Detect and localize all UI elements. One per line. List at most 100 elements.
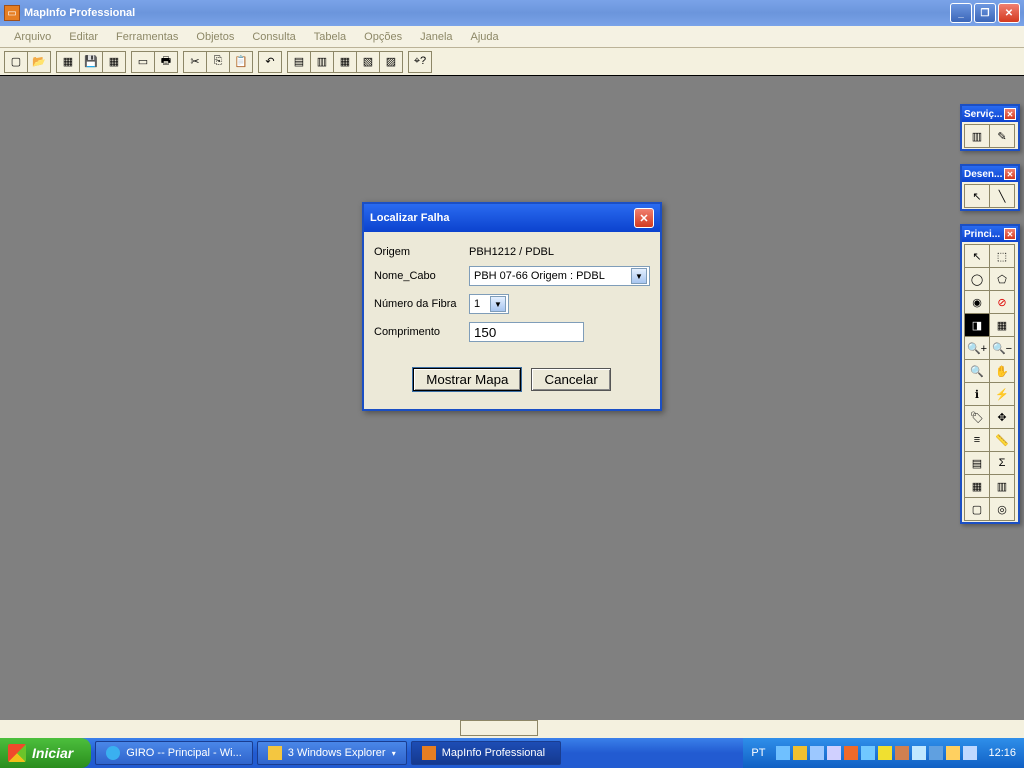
start-button[interactable]: Iniciar [0, 738, 91, 768]
palette-princi: Princi...✕↖⬚◯⬠◉⊘◨▦🔍+🔍−🔍✋ℹ⚡🏷✥≡📏▤Σ▦▥▢◎ [960, 224, 1020, 524]
drag-window-icon[interactable]: ✥ [989, 405, 1015, 429]
workspace-save-icon[interactable]: ▦ [102, 51, 126, 73]
palette-desen-titlebar[interactable]: Desen...✕ [962, 166, 1018, 182]
district-icon[interactable]: ▦ [964, 474, 990, 498]
palette-princi-titlebar[interactable]: Princi...✕ [962, 226, 1018, 242]
palette-desen-close-button[interactable]: ✕ [1004, 168, 1016, 180]
menu-objetos[interactable]: Objetos [188, 29, 242, 45]
new-browser-icon[interactable]: ▤ [287, 51, 311, 73]
hotlink-icon[interactable]: ⚡ [989, 382, 1015, 406]
menu-consulta[interactable]: Consulta [244, 29, 303, 45]
new-graph-icon[interactable]: ▦ [333, 51, 357, 73]
label-icon[interactable]: 🏷 [964, 405, 990, 429]
tray-av-icon[interactable] [844, 746, 858, 760]
menubar: ArquivoEditarFerramentasObjetosConsultaT… [0, 26, 1024, 48]
cut-icon[interactable]: ✂ [183, 51, 207, 73]
undo-icon[interactable]: ↶ [258, 51, 282, 73]
task-giro[interactable]: GIRO -- Principal - Wi... [95, 741, 253, 765]
palette-servic-titlebar[interactable]: Serviç...✕ [962, 106, 1018, 122]
graph-select-icon[interactable]: ▦ [989, 313, 1015, 337]
palette-princi-close-button[interactable]: ✕ [1004, 228, 1016, 240]
new-map-icon[interactable]: ▥ [310, 51, 334, 73]
task-explorer-icon [268, 746, 282, 760]
tray-clock-ico-icon[interactable] [963, 746, 977, 760]
palette-servic-close-button[interactable]: ✕ [1004, 108, 1016, 120]
task-mapinfo[interactable]: MapInfo Professional [411, 741, 561, 765]
set-target-icon[interactable]: ◎ [989, 497, 1015, 521]
select-icon[interactable]: ↖ [964, 244, 990, 268]
tray-app2-icon[interactable] [895, 746, 909, 760]
menu-janela[interactable]: Janela [412, 29, 460, 45]
unselect-icon[interactable]: ⊘ [989, 290, 1015, 314]
dialog-close-button[interactable]: ✕ [634, 208, 654, 228]
combo-nome-cabo[interactable]: PBH 07-66 Origem : PDBL ▼ [469, 266, 650, 286]
chevron-down-icon: ▾ [392, 749, 396, 758]
menu-ferramentas[interactable]: Ferramentas [108, 29, 186, 45]
menu-arquivo[interactable]: Arquivo [6, 29, 59, 45]
statistics-icon[interactable]: Σ [989, 451, 1015, 475]
redistrict-icon[interactable]: ▨ [379, 51, 403, 73]
polygon-select-icon[interactable]: ⬠ [989, 267, 1015, 291]
info-icon[interactable]: ℹ [964, 382, 990, 406]
radius-select-icon[interactable]: ◯ [964, 267, 990, 291]
label-nome-cabo: Nome_Cabo [374, 270, 469, 282]
assign-icon[interactable]: ▥ [989, 474, 1015, 498]
tray-pen-icon[interactable] [929, 746, 943, 760]
language-indicator[interactable]: PT [751, 747, 765, 759]
tray-net-icon[interactable] [861, 746, 875, 760]
ruler-icon[interactable]: 📏 [989, 428, 1015, 452]
workspace-open-icon[interactable]: ▦ [56, 51, 80, 73]
grabber-icon[interactable]: ✋ [989, 359, 1015, 383]
start-label: Iniciar [32, 745, 73, 761]
save-icon[interactable]: 💾 [79, 51, 103, 73]
tray-monitor-icon[interactable] [810, 746, 824, 760]
minimize-button[interactable]: _ [950, 3, 972, 23]
new-icon[interactable]: ▢ [4, 51, 28, 73]
tray-arrow-icon[interactable] [776, 746, 790, 760]
menu-opções[interactable]: Opções [356, 29, 410, 45]
palette-princi-body: ↖⬚◯⬠◉⊘◨▦🔍+🔍−🔍✋ℹ⚡🏷✥≡📏▤Σ▦▥▢◎ [962, 242, 1018, 522]
servic-tool-2[interactable]: ✎ [989, 124, 1015, 148]
tray-shield-icon[interactable] [793, 746, 807, 760]
line-tool-icon[interactable]: ╲ [989, 184, 1015, 208]
maximize-button[interactable]: ❐ [974, 3, 996, 23]
cancelar-button[interactable]: Cancelar [531, 368, 610, 391]
menu-ajuda[interactable]: Ajuda [463, 29, 507, 45]
layer-control-icon[interactable]: ≡ [964, 428, 990, 452]
tray-drive-icon[interactable] [827, 746, 841, 760]
dialog-titlebar[interactable]: Localizar Falha ✕ [364, 204, 660, 232]
tray-app1-icon[interactable] [878, 746, 892, 760]
new-layout-icon[interactable]: ▧ [356, 51, 380, 73]
palette-servic-body: ▥✎ [962, 122, 1018, 149]
servic-tool-1[interactable]: ▥ [964, 124, 990, 148]
copy-icon[interactable]: ⎘ [206, 51, 230, 73]
input-comprimento[interactable] [469, 322, 584, 342]
paste-icon[interactable]: 📋 [229, 51, 253, 73]
zoom-in-icon[interactable]: 🔍+ [964, 336, 990, 360]
legend-icon[interactable]: ▤ [964, 451, 990, 475]
menu-tabela[interactable]: Tabela [306, 29, 354, 45]
tray-vol-icon[interactable] [946, 746, 960, 760]
clip-region-icon[interactable]: ▢ [964, 497, 990, 521]
mostrar-mapa-button[interactable]: Mostrar Mapa [413, 368, 521, 391]
zoom-out-icon[interactable]: 🔍− [989, 336, 1015, 360]
help-icon[interactable]: ⌖? [408, 51, 432, 73]
combo-numero-fibra[interactable]: 1 ▼ [469, 294, 509, 314]
menu-editar[interactable]: Editar [61, 29, 106, 45]
clock[interactable]: 12:16 [988, 747, 1016, 759]
print-icon[interactable]: 🖶 [154, 51, 178, 73]
change-view-icon[interactable]: 🔍 [964, 359, 990, 383]
palette-servic-title: Serviç... [964, 109, 1002, 120]
arrow-tool-icon[interactable]: ↖ [964, 184, 990, 208]
combo-nome-cabo-value: PBH 07-66 Origem : PDBL [474, 270, 605, 282]
task-explorer[interactable]: 3 Windows Explorer▾ [257, 741, 407, 765]
print-window-icon[interactable]: ▭ [131, 51, 155, 73]
close-button[interactable]: ✕ [998, 3, 1020, 23]
tray-chat-icon[interactable] [912, 746, 926, 760]
boundary-select-icon[interactable]: ◉ [964, 290, 990, 314]
marquee-select-icon[interactable]: ⬚ [989, 244, 1015, 268]
open-icon[interactable]: 📂 [27, 51, 51, 73]
invert-select-icon[interactable]: ◨ [964, 313, 990, 337]
dialog-localizar-falha: Localizar Falha ✕ Origem PBH1212 / PDBL … [362, 202, 662, 411]
task-giro-label: GIRO -- Principal - Wi... [126, 747, 242, 759]
